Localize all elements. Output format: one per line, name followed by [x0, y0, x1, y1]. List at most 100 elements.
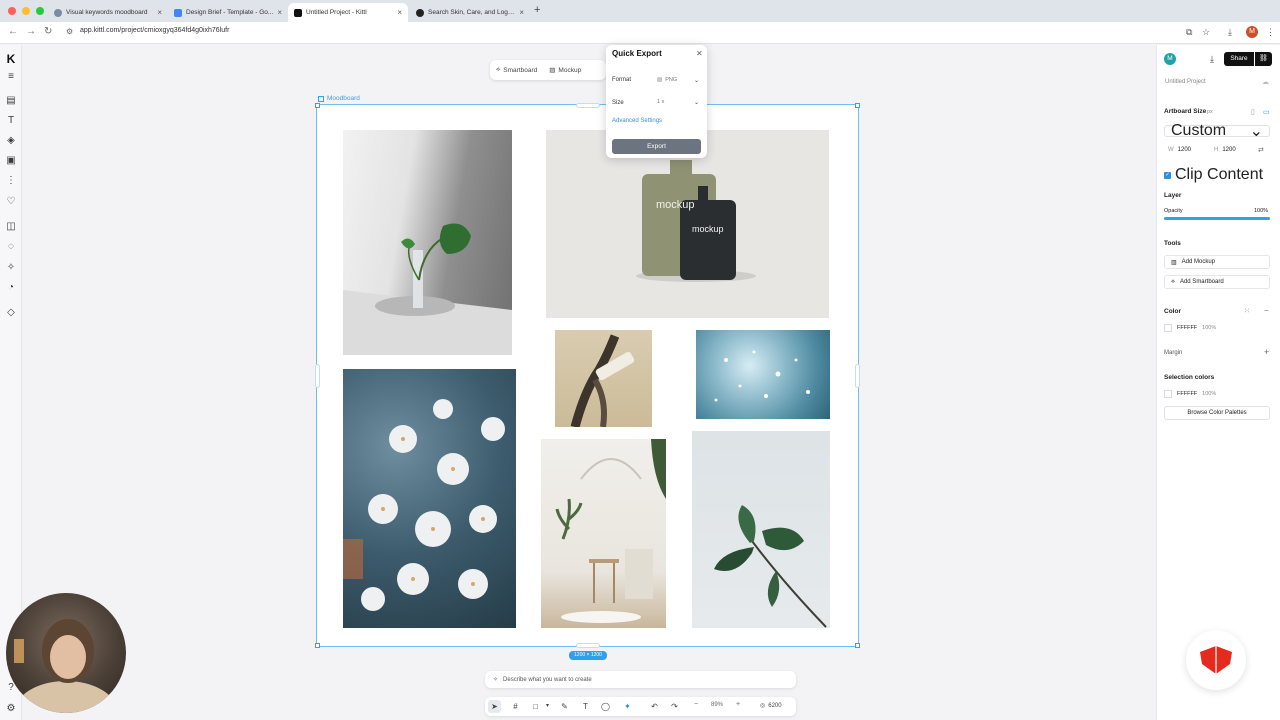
white-swatch[interactable] [1164, 390, 1172, 398]
redo-icon[interactable]: ↷ [668, 700, 681, 713]
ai-tool-icon[interactable]: ✦ [621, 700, 634, 713]
layers-icon[interactable]: ◇ [5, 307, 17, 319]
close-tab-icon[interactable]: × [157, 8, 162, 17]
browse-color-palettes-button[interactable]: Browse Color Palettes [1164, 406, 1270, 420]
export-button[interactable]: Export [612, 139, 701, 154]
ai-sparkle-icon[interactable]: ✧ [5, 262, 17, 274]
resize-handle-bottom-right[interactable] [855, 643, 860, 648]
project-name[interactable]: Untitled Project [1165, 79, 1206, 85]
photo-water-sparkles[interactable] [696, 330, 830, 419]
templates-icon[interactable]: ▤ [5, 95, 17, 107]
resize-handle-bottom[interactable] [576, 643, 600, 648]
menu-icon[interactable]: ≡ [5, 71, 17, 83]
landscape-icon[interactable]: ▭ [1263, 108, 1270, 116]
settings-icon[interactable]: ⚙ [5, 703, 17, 715]
opacity-slider[interactable] [1164, 217, 1270, 220]
floating-brand-logo[interactable] [1186, 630, 1246, 690]
zoom-level[interactable]: 89% [711, 702, 723, 708]
photo-monstera-plant[interactable] [343, 130, 512, 355]
smartboard-tab[interactable]: ⟡ Smartboard [490, 66, 543, 74]
text-tool-icon[interactable]: T [579, 700, 592, 713]
opacity-value[interactable]: 100% [1254, 208, 1268, 214]
add-margin-icon[interactable]: + [1264, 347, 1269, 357]
photo-mockup-bottles[interactable]: mockup mockup [546, 130, 829, 318]
white-swatch[interactable] [1164, 324, 1172, 332]
artboard-label[interactable]: Moodboard [318, 95, 360, 102]
mockup-icon[interactable]: ◫ [5, 221, 17, 233]
close-icon[interactable]: ✕ [696, 49, 703, 58]
share-button[interactable]: Share [1224, 52, 1254, 66]
collaborator-avatar[interactable]: M [1164, 53, 1176, 65]
window-controls[interactable] [8, 7, 44, 15]
text-tool-icon[interactable]: T [5, 115, 17, 127]
url-field[interactable]: app.kittl.com/project/cmioxgyq364fd4g0ix… [80, 27, 229, 34]
back-arrow-icon[interactable]: ← [8, 26, 18, 37]
clip-content-checkbox[interactable]: ✓ Clip Content [1164, 166, 1263, 184]
forward-arrow-icon[interactable]: → [26, 26, 36, 37]
site-info-icon[interactable]: ⚙ [66, 27, 73, 36]
resize-handle-bottom-left[interactable] [315, 643, 320, 648]
advanced-settings-link[interactable]: Advanced Settings [612, 118, 662, 124]
resize-handle-top-left[interactable] [315, 103, 320, 108]
downloads-icon[interactable]: ⤓ [1228, 27, 1232, 38]
close-window-button[interactable] [8, 7, 16, 15]
profile-avatar[interactable]: M [1246, 26, 1258, 38]
close-tab-icon[interactable]: × [277, 8, 282, 17]
bookmark-star-icon[interactable]: ☆ [1202, 27, 1210, 38]
resize-handle-top[interactable] [576, 103, 600, 108]
select-tool-icon[interactable]: ➤ [488, 700, 501, 713]
favorites-heart-icon[interactable]: ♡ [5, 196, 17, 208]
resize-handle-right[interactable] [855, 364, 860, 388]
close-tab-icon[interactable]: × [397, 8, 402, 17]
mockup-tab[interactable]: ▨ Mockup [543, 66, 587, 75]
copy-link-button[interactable]: ⛓ [1255, 52, 1272, 66]
browser-tab-moodboard[interactable]: Visual keywords moodboard × [48, 3, 168, 22]
pen-tool-icon[interactable]: ✎ [558, 700, 571, 713]
moodboard-artboard[interactable]: mockup mockup [316, 104, 859, 647]
resize-handle-top-right[interactable] [855, 103, 860, 108]
browser-tab-design-brief[interactable]: Design Brief - Template - Go... × [168, 3, 288, 22]
color-grid-icon[interactable]: ⁙ [1244, 307, 1250, 315]
photo-leaf-branch[interactable] [692, 431, 830, 628]
size-select[interactable]: 1 x ⌄ [653, 96, 701, 108]
elements-icon[interactable]: ◈ [5, 135, 17, 147]
browser-tab-kittl[interactable]: Untitled Project - Kittl × [288, 3, 408, 22]
ai-prompt-input[interactable]: ✧ Describe what you want to create [485, 671, 796, 688]
maximize-window-button[interactable] [36, 7, 44, 15]
zoom-in-button[interactable]: + [736, 701, 740, 708]
swap-dimensions-icon[interactable]: ⇄ [1258, 146, 1264, 154]
artboard-preset-select[interactable]: Custom ⌄ [1164, 122, 1270, 140]
install-app-icon[interactable]: ⧉ [1186, 27, 1192, 38]
reload-icon[interactable]: ↻ [44, 26, 52, 37]
undo-icon[interactable]: ↶ [648, 700, 661, 713]
portrait-icon[interactable]: ▯ [1251, 108, 1255, 116]
new-tab-button[interactable]: + [534, 4, 540, 16]
fill-color-row[interactable]: FFFFFF 100% [1164, 324, 1216, 332]
brand-icon[interactable]: ◌ [5, 241, 17, 253]
comment-icon[interactable]: ◯ [599, 700, 612, 713]
selection-color-row[interactable]: FFFFFF 100% [1164, 390, 1216, 398]
grid-icon[interactable]: ⋮ [5, 175, 17, 187]
width-field[interactable]: W 1200 [1168, 147, 1191, 153]
zoom-out-button[interactable]: − [694, 701, 698, 708]
add-smartboard-button[interactable]: ⟡ Add Smartboard [1164, 275, 1270, 289]
photo-white-flowers[interactable] [343, 369, 516, 628]
browser-tab-search[interactable]: Search Skin, Care, and Logo... × [410, 3, 530, 22]
browser-menu-icon[interactable]: ⋮ [1266, 27, 1275, 38]
remove-color-icon[interactable]: − [1264, 306, 1269, 315]
recent-icon[interactable]: ◔ [5, 282, 17, 294]
photo-tube-on-branch[interactable] [555, 330, 652, 427]
frame-tool-icon[interactable]: # [509, 700, 522, 713]
photo-interior-room[interactable] [541, 439, 666, 628]
credits-counter[interactable]: ◎ 6200 [760, 702, 782, 710]
images-icon[interactable]: ▣ [5, 155, 17, 167]
resize-handle-left[interactable] [315, 364, 320, 388]
height-field[interactable]: H 1200 [1214, 147, 1236, 153]
add-mockup-button[interactable]: ▥ Add Mockup [1164, 255, 1270, 269]
chevron-down-icon[interactable]: ▾ [541, 700, 554, 713]
kittl-logo-icon[interactable]: K [5, 53, 17, 65]
download-icon[interactable]: ⤓ [1210, 54, 1214, 65]
minimize-window-button[interactable] [22, 7, 30, 15]
close-tab-icon[interactable]: × [519, 8, 524, 17]
format-select[interactable]: ▧ PNG ⌄ [653, 74, 701, 86]
